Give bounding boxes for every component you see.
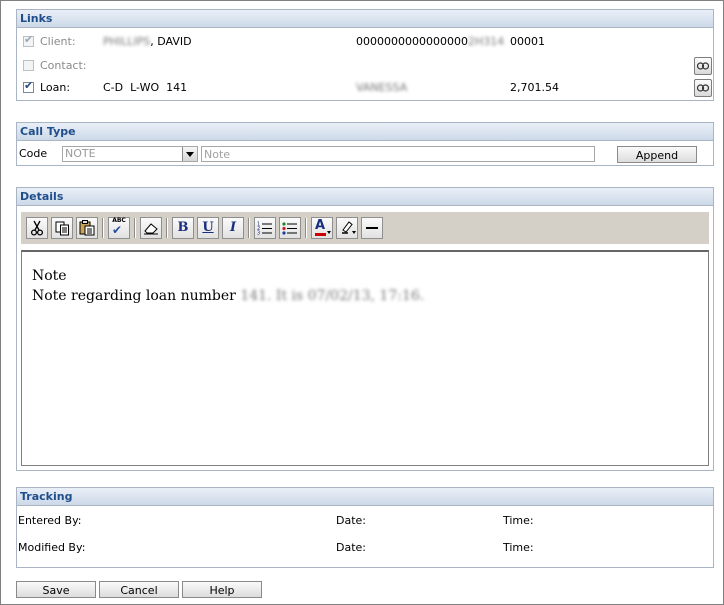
call-type-header: Call Type (17, 123, 713, 141)
cancel-button[interactable]: Cancel (99, 581, 179, 598)
link-chain-icon (697, 62, 709, 70)
check-mark-icon: ✔ (24, 33, 34, 46)
editor-toolbar: ABC ✔ B U I 123 A (21, 212, 709, 244)
bullet-list-button[interactable] (279, 217, 301, 239)
client-checkbox[interactable]: ✔ (23, 33, 34, 47)
font-color-swatch (315, 233, 326, 236)
italic-button[interactable]: I (222, 217, 244, 239)
cut-button[interactable] (26, 217, 48, 239)
client-code: 00001 (510, 35, 545, 48)
highlight-button[interactable] (336, 217, 358, 239)
contact-checkbox[interactable] (23, 60, 34, 71)
tracking-header: Tracking (17, 488, 713, 506)
call-type-panel: Call Type Code NOTE Append (16, 122, 714, 166)
code-label: Code (19, 147, 48, 160)
client-row: ✔ Client: PHILLIPS, DAVID 00000000000000… (17, 32, 713, 52)
eraser-button[interactable] (140, 217, 162, 239)
client-account: 00000000000000002H314 (356, 35, 505, 48)
toolbar-separator (102, 218, 104, 238)
bold-icon: B (177, 220, 189, 235)
paste-button[interactable] (76, 217, 98, 239)
loan-amount: 2,701.54 (510, 81, 559, 94)
contact-row: Contact: (17, 56, 713, 76)
italic-icon: I (229, 220, 237, 235)
modified-time-label: Time: (503, 541, 534, 554)
horizontal-rule-icon (366, 227, 378, 229)
loan-row: ✔ Loan: C-D L-WO 141 VANESSA 2,701.54 (17, 78, 713, 98)
copy-icon (55, 221, 69, 236)
font-color-button[interactable]: A (311, 217, 333, 239)
code-select-value: NOTE (65, 147, 96, 160)
loan-officer: VANESSA (356, 81, 408, 94)
modified-date-label: Date: (336, 541, 366, 554)
details-header: Details (17, 188, 713, 206)
bullet-list-icon (282, 222, 297, 235)
copy-button[interactable] (51, 217, 73, 239)
details-editor[interactable]: Note Note regarding loan number 141. It … (21, 250, 709, 466)
underline-icon: U (202, 220, 214, 235)
underline-button[interactable]: U (197, 217, 219, 239)
links-header: Links (17, 10, 713, 28)
spellcheck-button[interactable]: ABC ✔ (108, 217, 130, 239)
code-select[interactable]: NOTE (62, 146, 198, 162)
entered-time-label: Time: (503, 514, 534, 527)
contact-link-button[interactable] (694, 57, 712, 75)
chevron-down-icon (327, 231, 331, 234)
check-mark-icon: ✔ (112, 223, 123, 237)
loan-checkbox[interactable]: ✔ (23, 79, 34, 93)
chevron-down-icon (352, 231, 356, 234)
toolbar-separator (305, 218, 307, 238)
editor-line-2: Note regarding loan number 141. It is 07… (32, 288, 425, 304)
contact-label: Contact: (40, 59, 87, 72)
loan-link-button[interactable] (694, 79, 712, 97)
modified-by-label: Modified By: (18, 541, 86, 554)
ordered-list-button[interactable]: 123 (254, 217, 276, 239)
tracking-panel: Tracking Entered By: Date: Time: Modifie… (16, 487, 714, 568)
svg-text:3: 3 (257, 231, 260, 236)
paste-icon (79, 220, 95, 236)
append-button[interactable]: Append (617, 146, 697, 163)
save-button[interactable]: Save (16, 581, 96, 598)
scissors-icon (30, 220, 44, 236)
horizontal-rule-button[interactable] (361, 217, 383, 239)
ordered-list-icon: 123 (257, 222, 272, 237)
loan-id: C-D L-WO 141 (103, 81, 188, 94)
blurred-note-text: 141. It is 07/02/13, 17:16. (240, 288, 425, 304)
details-panel: Details ABC ✔ B U I 123 A Note Note rega… (16, 187, 714, 471)
links-panel: Links ✔ Client: PHILLIPS, DAVID 00000000… (16, 9, 714, 101)
chevron-down-icon[interactable] (182, 147, 197, 161)
toolbar-separator (166, 218, 168, 238)
client-label: Client: (40, 35, 76, 48)
client-name: PHILLIPS, DAVID (103, 35, 192, 48)
note-input[interactable] (201, 146, 595, 162)
bold-button[interactable]: B (172, 217, 194, 239)
help-button[interactable]: Help (182, 581, 262, 598)
check-mark-icon: ✔ (24, 79, 34, 92)
link-chain-icon (697, 84, 709, 92)
entered-by-label: Entered By: (18, 514, 82, 527)
entered-date-label: Date: (336, 514, 366, 527)
toolbar-separator (248, 218, 250, 238)
toolbar-separator (134, 218, 136, 238)
eraser-icon (144, 223, 158, 235)
loan-label: Loan: (40, 81, 71, 94)
editor-line-1: Note (32, 268, 67, 284)
